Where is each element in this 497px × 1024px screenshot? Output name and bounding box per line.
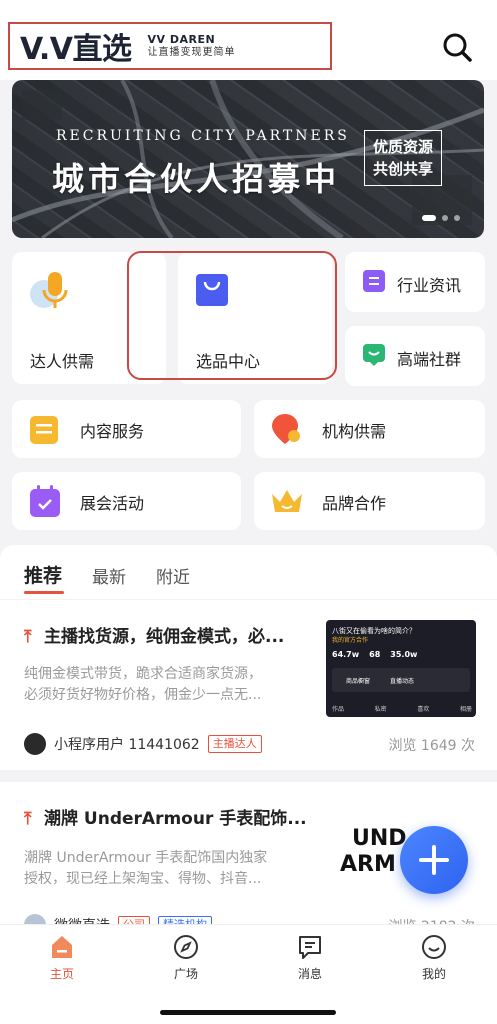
avatar	[24, 733, 46, 755]
nav-home[interactable]: 主页	[27, 933, 97, 982]
pin-top-icon: ⤒	[24, 809, 32, 829]
message-icon	[299, 936, 321, 959]
calendar-icon	[30, 485, 60, 517]
feature-label: 达人供需	[30, 352, 95, 371]
nav-square[interactable]: 广场	[151, 933, 221, 982]
feed-title-text: 主播找货源，纯佣金模式，必...	[44, 627, 285, 647]
feed-description: 潮牌 UnderArmour 手表配饰国内独家 授权，现已经上架淘宝、得物、抖音…	[24, 848, 267, 890]
feature-label: 高端社群	[397, 350, 462, 369]
banner-english-text: RECRUITING CITY PARTNERS	[56, 128, 350, 144]
feed-title: ⤒ 主播找货源，纯佣金模式，必...	[24, 622, 284, 647]
thumb-tab: 私密	[374, 706, 387, 713]
pagination-dot-active[interactable]	[422, 215, 436, 221]
active-tab-indicator	[24, 591, 64, 594]
author-name: 小程序用户 11441062	[54, 737, 200, 753]
thumb-buttons: 商品橱窗 直播动态	[332, 668, 470, 692]
search-icon[interactable]	[440, 30, 474, 64]
thumb-tab: 作品	[332, 706, 345, 713]
nav-label: 消息	[297, 967, 322, 981]
feed-tabs: 推荐 最新 附近	[0, 545, 497, 599]
feature-label: 机构供需	[322, 422, 387, 441]
feed-desc-line: 授权，现已经上架淘宝、得物、抖音...	[24, 871, 262, 887]
thumb-brand-text: ARM	[340, 852, 396, 877]
tab-latest[interactable]: 最新	[92, 563, 126, 588]
pagination-dot[interactable]	[454, 215, 460, 221]
feature-premium-community[interactable]: 高端社群	[345, 326, 485, 386]
nav-messages[interactable]: 消息	[275, 933, 345, 982]
home-icon	[52, 936, 72, 958]
news-icon	[363, 270, 385, 292]
selection-highlight-outline	[127, 251, 337, 380]
thumb-stats: 64.7w 68 35.0w	[332, 650, 417, 659]
nav-label: 主页	[49, 967, 74, 981]
thumb-tab: 相册	[459, 706, 472, 713]
author-badge: 主播达人	[207, 735, 262, 753]
feed-title-text: 潮牌 UnderArmour 手表配饰...	[44, 809, 307, 829]
feed-description: 纯佣金模式带货，跪求合适商家货源， 必须好货好物好价格，佣金少一点无...	[24, 664, 262, 706]
banner-tag-box: 优质资源 共创共享	[364, 130, 442, 186]
logo-wordmark: V.V直选	[20, 32, 132, 67]
feed-thumbnail[interactable]: 八街又在偷看为啥的简介？ 我的官方合作 64.7w 68 35.0w 商品橱窗 …	[326, 620, 476, 717]
app-logo: V.V直选 VV DAREN 让直播变现更简单	[8, 22, 332, 70]
thumb-tab: 喜欢	[417, 706, 430, 713]
feature-exhibition-events[interactable]: 展会活动	[12, 472, 241, 530]
feature-brand-cooperation[interactable]: 品牌合作	[254, 472, 485, 530]
microphone-icon	[30, 272, 68, 308]
plus-icon	[419, 845, 449, 875]
thumb-button: 直播动态	[390, 677, 415, 685]
view-count: 浏览 1649 次	[388, 738, 475, 754]
logo-cn-text: 让直播变现更简单	[147, 46, 236, 58]
pagination-dot[interactable]	[442, 215, 448, 221]
bottom-navigation: 主页 广场 消息 我的	[0, 924, 497, 1024]
compass-icon	[174, 935, 198, 959]
tab-nearby[interactable]: 附近	[156, 563, 190, 588]
thumb-sub: 我的官方合作	[332, 637, 369, 644]
app-header: V.V直选 VV DAREN 让直播变现更简单	[0, 0, 497, 80]
thumb-button: 商品橱窗	[346, 677, 371, 685]
thumb-tabs: 作品 私密 喜欢 相册	[332, 704, 472, 713]
pin-top-icon: ⤒	[24, 627, 32, 647]
feature-institution-supply[interactable]: 机构供需	[254, 400, 485, 458]
banner-pagination	[422, 215, 460, 221]
feature-label: 展会活动	[80, 494, 145, 513]
create-post-button[interactable]	[400, 826, 468, 894]
location-pin-icon	[272, 414, 300, 444]
banner-tag-line1: 优质资源	[372, 137, 433, 156]
feed-desc-line: 纯佣金模式带货，跪求合适商家货源，	[24, 666, 262, 682]
feed-desc-line: 必须好货好物好价格，佣金少一点无...	[24, 687, 262, 703]
nav-label: 广场	[173, 967, 198, 981]
banner-tag-line2: 共创共享	[372, 160, 433, 178]
feature-label: 品牌合作	[322, 494, 387, 513]
tab-recommend[interactable]: 推荐	[24, 561, 62, 588]
nav-mine[interactable]: 我的	[399, 933, 469, 982]
logo-tagline: VV DAREN 让直播变现更简单	[147, 33, 236, 58]
smiley-icon	[422, 935, 446, 959]
banner-headline: 城市合伙人招募中	[52, 160, 341, 198]
thumb-stat: 64.7w	[332, 650, 360, 659]
feature-content-service[interactable]: 内容服务	[12, 400, 241, 458]
feed-author[interactable]: 小程序用户 11441062 主播达人	[24, 733, 262, 755]
feature-industry-news[interactable]: 行业资讯	[345, 252, 485, 312]
feature-label: 行业资讯	[397, 276, 462, 295]
chat-icon	[363, 344, 385, 366]
promo-banner[interactable]: RECRUITING CITY PARTNERS 城市合伙人招募中 优质资源 共…	[12, 80, 484, 238]
feature-label: 内容服务	[80, 422, 145, 441]
thumb-brand-text: UND	[352, 826, 407, 851]
home-indicator	[160, 1010, 336, 1015]
thumb-stat: 68	[369, 650, 381, 659]
document-icon	[30, 416, 58, 444]
nav-label: 我的	[421, 967, 446, 981]
thumb-stat: 35.0w	[390, 650, 418, 659]
crown-icon	[272, 490, 302, 512]
logo-en-text: VV DAREN	[147, 33, 216, 47]
feed-title: ⤒ 潮牌 UnderArmour 手表配饰...	[24, 804, 307, 829]
feed-desc-line: 潮牌 UnderArmour 手表配饰国内独家	[24, 850, 268, 866]
